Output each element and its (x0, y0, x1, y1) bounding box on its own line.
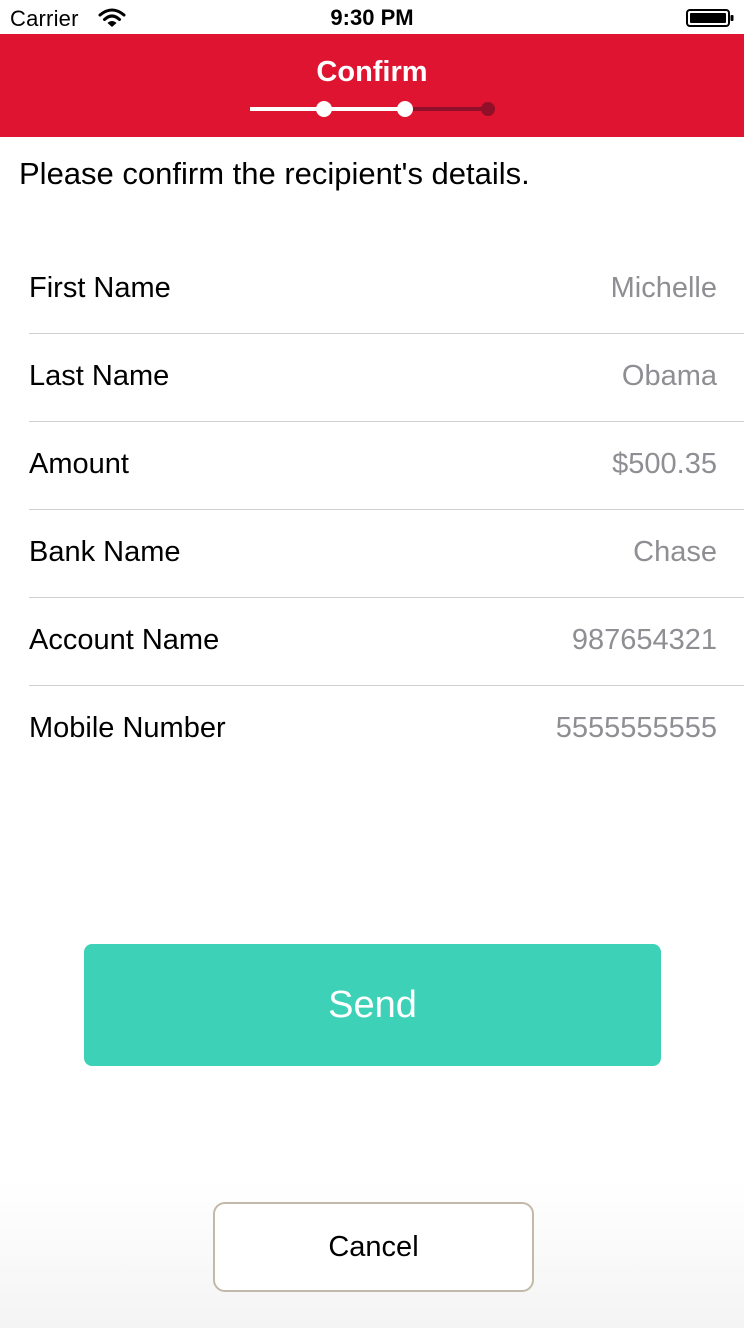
recipient-details-list: First Name Michelle Last Name Obama Amou… (29, 246, 744, 774)
detail-label: Account Name (29, 624, 220, 656)
detail-row-amount: Amount $500.35 (29, 422, 744, 510)
cancel-button[interactable]: Cancel (213, 1202, 534, 1292)
detail-label: First Name (29, 272, 171, 304)
detail-row-mobile-number: Mobile Number 5555555555 (29, 686, 744, 774)
detail-row-last-name: Last Name Obama (29, 334, 744, 422)
detail-value: 987654321 (571, 624, 717, 656)
send-button[interactable]: Send (84, 944, 661, 1066)
progress-step-1 (316, 101, 332, 117)
step-progress-indicator (250, 101, 495, 117)
progress-step-2 (397, 101, 413, 117)
battery-icon (686, 9, 734, 27)
page-title: Confirm (316, 56, 428, 88)
detail-label: Bank Name (29, 536, 181, 568)
progress-step-3 (481, 102, 495, 116)
detail-row-first-name: First Name Michelle (29, 246, 744, 334)
nav-header: Confirm (0, 34, 744, 137)
detail-value: Obama (621, 360, 717, 392)
detail-row-account-name: Account Name 987654321 (29, 598, 744, 686)
detail-row-bank-name: Bank Name Chase (29, 510, 744, 598)
detail-value: Chase (633, 536, 717, 568)
detail-label: Amount (29, 448, 129, 480)
detail-value: $500.35 (612, 448, 717, 480)
detail-label: Last Name (29, 360, 170, 392)
status-time: 9:30 PM (330, 5, 414, 30)
detail-label: Mobile Number (29, 712, 226, 744)
instruction-text: Please confirm the recipient's details. (19, 156, 530, 191)
detail-value: Michelle (610, 272, 717, 304)
confirm-screen: Carrier 9:30 PM Confirm Please confirm t… (0, 0, 744, 1328)
status-bar: Carrier 9:30 PM (0, 0, 744, 34)
detail-value: 5555555555 (555, 712, 717, 744)
